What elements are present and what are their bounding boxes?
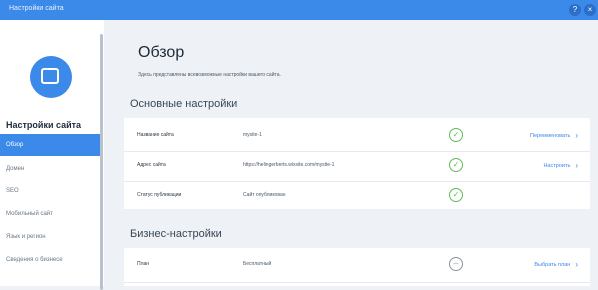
sidebar-heading: Настройки сайта	[6, 120, 82, 130]
chevron-right-icon: ›	[575, 131, 578, 140]
site-address-row: Адрес сайта https://helingerberts.wixsit…	[124, 152, 590, 178]
check-icon: ✓	[449, 128, 463, 142]
sidebar-scrollbar[interactable]	[100, 34, 103, 290]
sidebar-item-domain[interactable]: Домен	[0, 158, 100, 180]
check-icon: ✓	[449, 158, 463, 172]
sidebar-item-business-info[interactable]: Сведения о бизнесе	[0, 249, 100, 271]
section-title-general: Основные настройки	[130, 98, 238, 110]
general-settings-card: Название сайта mysite-1 ✓ Переименовать ›…	[124, 118, 590, 209]
chevron-right-icon: ›	[575, 161, 578, 170]
publish-status-row: Статус публикации Сайт опубликован ✓	[124, 182, 590, 208]
plan-value: Бесплатный	[243, 261, 272, 267]
plan-label: План	[137, 261, 150, 267]
site-name-row: Название сайта mysite-1 ✓ Переименовать ›	[124, 122, 590, 148]
sidebar-item-overview[interactable]: Обзор	[0, 134, 100, 156]
minus-circle-icon: –	[449, 257, 463, 271]
site-icon	[30, 56, 72, 98]
publish-status-label: Статус публикации	[137, 192, 182, 198]
site-name-label: Название сайта	[137, 132, 174, 138]
page-subtitle: Здесь представлены всевозможные настройк…	[138, 72, 281, 78]
close-icon[interactable]: ×	[584, 4, 596, 16]
choose-plan-label: Выбрать план	[534, 262, 571, 268]
window-title: Настройки сайта	[9, 5, 64, 12]
rename-button[interactable]: Переименовать ›	[530, 131, 578, 140]
chevron-right-icon: ›	[575, 260, 578, 269]
divider	[124, 282, 590, 283]
check-icon: ✓	[449, 188, 463, 202]
choose-plan-button[interactable]: Выбрать план ›	[534, 260, 578, 269]
site-address-label: Адрес сайта	[137, 162, 166, 168]
page-title: Обзор	[138, 44, 185, 61]
business-settings-card: План Бесплатный – Выбрать план ›	[124, 248, 590, 286]
configure-label: Настроить	[543, 163, 571, 169]
configure-button[interactable]: Настроить ›	[543, 161, 578, 170]
site-address-value: https://helingerberts.wixsite.com/mysite…	[243, 162, 335, 168]
publish-status-value: Сайт опубликован	[243, 192, 286, 198]
sidebar-item-mobile[interactable]: Мобильный сайт	[0, 203, 100, 225]
plan-row: План Бесплатный – Выбрать план ›	[124, 251, 590, 277]
rename-label: Переименовать	[530, 133, 571, 139]
site-name-value: mysite-1	[243, 132, 262, 138]
help-icon[interactable]: ?	[569, 4, 581, 16]
browser-window-icon	[41, 68, 59, 84]
window-titlebar: Настройки сайта ? ×	[0, 0, 598, 20]
sidebar: Настройки сайта Обзор Домен SEO Мобильны…	[0, 20, 104, 286]
sidebar-item-seo[interactable]: SEO	[0, 180, 100, 202]
sidebar-item-language[interactable]: Язык и регион	[0, 226, 100, 248]
section-title-business: Бизнес-настройки	[130, 228, 222, 240]
